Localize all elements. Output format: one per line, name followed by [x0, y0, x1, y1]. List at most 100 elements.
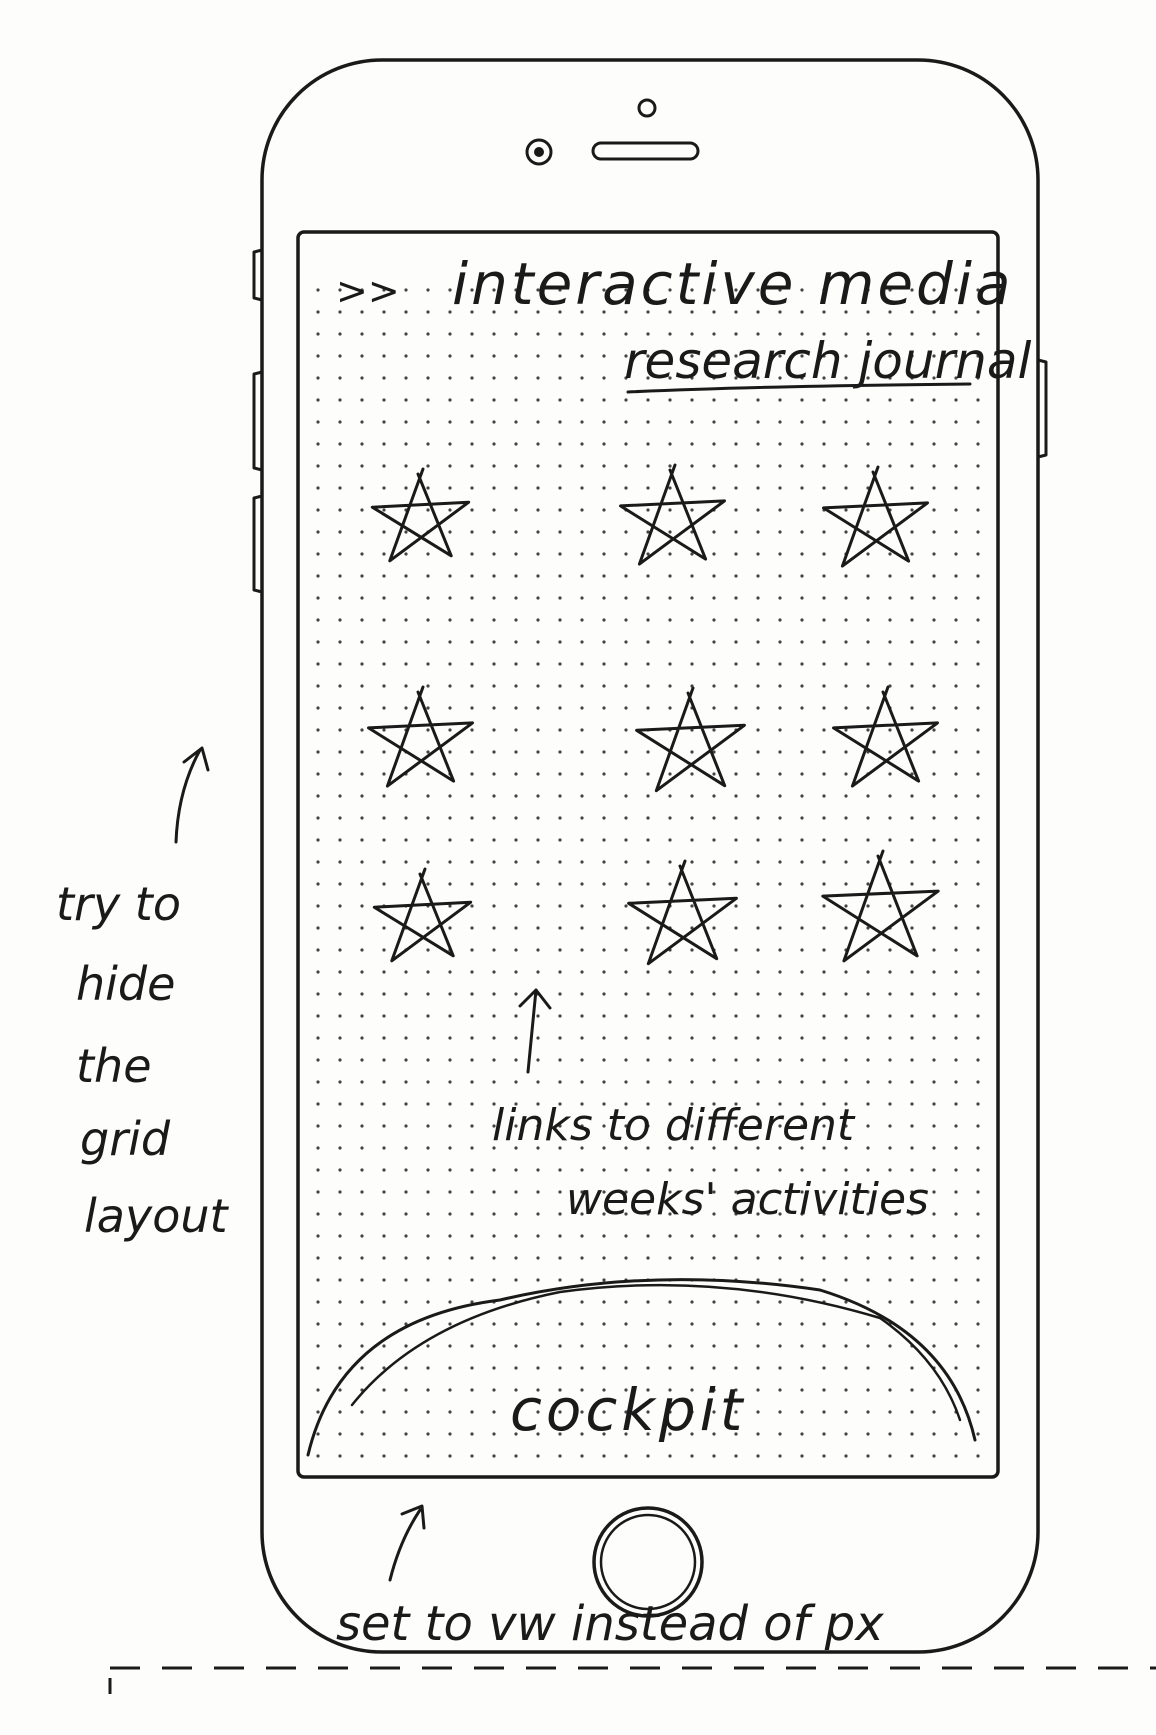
grid-dot [932, 904, 936, 908]
grid-dot [624, 530, 628, 534]
grid-dot [580, 926, 584, 930]
grid-dot [800, 1454, 804, 1458]
grid-dot [470, 552, 474, 556]
grid-dot [514, 838, 518, 842]
grid-dot [712, 904, 716, 908]
grid-dot [954, 1278, 958, 1282]
grid-dot [316, 508, 320, 512]
grid-dot [426, 1234, 430, 1238]
grid-dot [338, 464, 342, 468]
grid-dot [624, 1058, 628, 1062]
grid-dot [712, 1014, 716, 1018]
grid-dot [690, 838, 694, 842]
grid-dot [954, 1146, 958, 1150]
grid-dot [448, 926, 452, 930]
star-link-icon[interactable] [370, 467, 471, 563]
grid-dot [602, 1168, 606, 1172]
grid-dot [404, 618, 408, 622]
grid-dot [536, 574, 540, 578]
star-link-icon[interactable] [627, 859, 738, 966]
grid-dot [668, 1344, 672, 1348]
grid-dot [866, 970, 870, 974]
grid-dot [360, 420, 364, 424]
grid-dot [580, 1256, 584, 1260]
star-link-icon[interactable] [619, 463, 726, 566]
grid-dot [800, 508, 804, 512]
grid-dot [602, 772, 606, 776]
grid-dot [778, 1300, 782, 1304]
grid-dot [404, 1146, 408, 1150]
grid-dot [954, 970, 958, 974]
grid-dot [646, 948, 650, 952]
grid-dot [580, 1080, 584, 1084]
grid-dot [624, 992, 628, 996]
grid-dot [514, 640, 518, 644]
grid-dot [888, 1300, 892, 1304]
grid-dot [558, 1212, 562, 1216]
grid-dot [404, 1454, 408, 1458]
grid-dot [558, 948, 562, 952]
grid-dot [382, 1036, 386, 1040]
grid-dot [800, 596, 804, 600]
star-link-icon[interactable] [821, 849, 940, 963]
grid-dot [492, 420, 496, 424]
grid-dot [602, 618, 606, 622]
grid-dot [888, 970, 892, 974]
grid-dot [558, 1036, 562, 1040]
grid-dot [844, 1058, 848, 1062]
grid-dot [360, 1256, 364, 1260]
grid-dot [800, 904, 804, 908]
grid-dot [426, 1388, 430, 1392]
grid-dot [514, 1366, 518, 1370]
grid-dot [800, 420, 804, 424]
grid-dot [866, 1278, 870, 1282]
grid-dot [558, 860, 562, 864]
grid-dot [316, 728, 320, 732]
grid-dot [756, 530, 760, 534]
star-link-icon[interactable] [372, 867, 473, 963]
grid-dot [536, 1234, 540, 1238]
star-link-icon[interactable] [832, 685, 939, 788]
grid-dot [404, 640, 408, 644]
star-link-icon[interactable] [367, 685, 474, 788]
grid-dot [470, 596, 474, 600]
grid-dot [470, 574, 474, 578]
grid-dot [756, 618, 760, 622]
grid-dot [976, 1058, 980, 1062]
grid-dot [866, 574, 870, 578]
grid-dot [712, 486, 716, 490]
grid-dot [756, 1234, 760, 1238]
grid-dot [910, 640, 914, 644]
grid-dot [778, 750, 782, 754]
grid-dot [514, 926, 518, 930]
grid-dot [558, 530, 562, 534]
grid-dot [646, 838, 650, 842]
grid-dot [734, 948, 738, 952]
grid-dot [712, 684, 716, 688]
grid-dot [448, 838, 452, 842]
grid-dot [844, 816, 848, 820]
grid-dot [668, 1168, 672, 1172]
grid-dot [690, 464, 694, 468]
grid-dot [646, 904, 650, 908]
grid-dot [382, 794, 386, 798]
grid-dot [316, 398, 320, 402]
grid-dot [888, 1278, 892, 1282]
grid-dot [954, 1058, 958, 1062]
grid-dot [734, 618, 738, 622]
grid-dot [756, 684, 760, 688]
grid-dot [404, 1278, 408, 1282]
grid-dot [756, 1410, 760, 1414]
grid-dot [558, 508, 562, 512]
grid-dot [712, 838, 716, 842]
grid-dot [778, 420, 782, 424]
star-link-icon[interactable] [635, 686, 746, 793]
grid-dot [756, 508, 760, 512]
grid-dot [932, 1388, 936, 1392]
grid-dot [646, 640, 650, 644]
grid-dot [668, 992, 672, 996]
star-link-icon[interactable] [822, 465, 929, 568]
grid-dot [866, 1124, 870, 1128]
grid-dot [426, 1080, 430, 1084]
dashed-cut-line [108, 1666, 1156, 1694]
